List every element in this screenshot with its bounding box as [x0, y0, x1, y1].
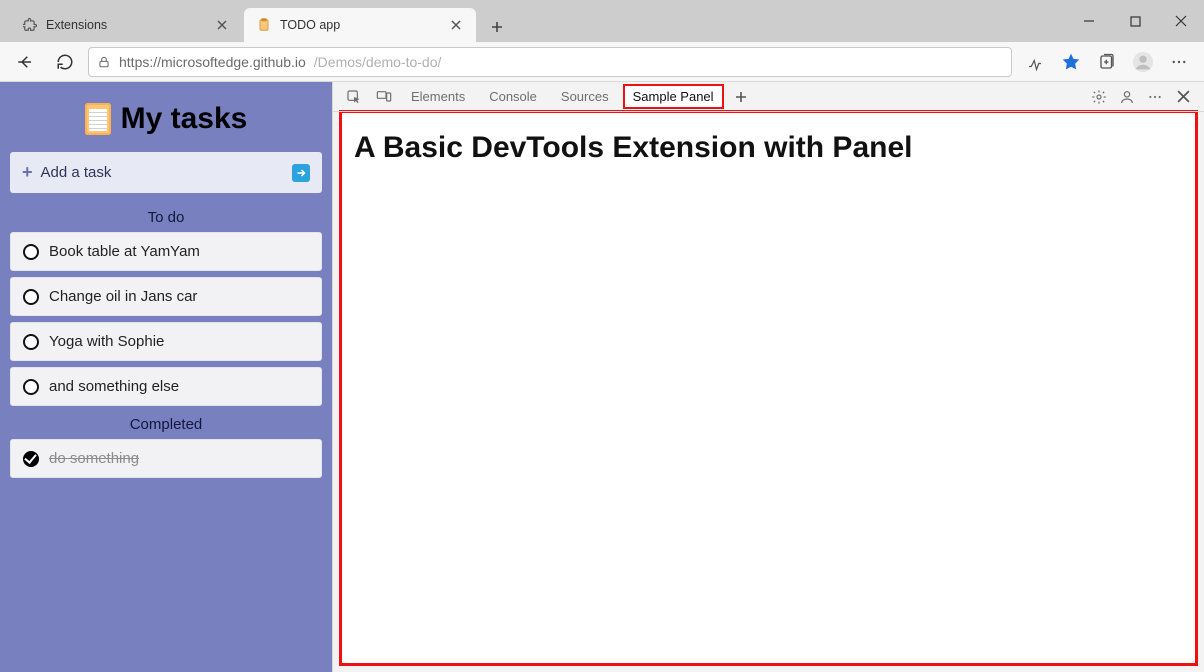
submit-task-button[interactable]: [292, 164, 310, 182]
todo-item[interactable]: Change oil in Jans car: [10, 277, 322, 316]
browser-tab-title: Extensions: [46, 18, 214, 32]
app-title: My tasks: [10, 92, 322, 152]
close-window-button[interactable]: [1158, 0, 1204, 42]
todo-section-heading: To do: [10, 209, 322, 226]
browser-toolbar: https://microsoftedge.github.io/Demos/de…: [0, 42, 1204, 82]
browser-tab-todo[interactable]: TODO app: [244, 8, 476, 42]
inspect-element-button[interactable]: [341, 84, 367, 110]
checkbox-unchecked-icon[interactable]: [23, 334, 39, 350]
clipboard-icon: [85, 103, 111, 135]
devtools-tab-console[interactable]: Console: [479, 84, 547, 109]
url-path: /Demos/demo-to-do/: [314, 54, 442, 70]
checkbox-unchecked-icon[interactable]: [23, 244, 39, 260]
new-tab-button[interactable]: [482, 12, 512, 42]
maximize-button[interactable]: [1112, 0, 1158, 42]
panel-heading: A Basic DevTools Extension with Panel: [354, 131, 1183, 165]
task-text: Book table at YamYam: [49, 243, 200, 260]
devtools-close-button[interactable]: [1170, 84, 1196, 110]
todo-item[interactable]: Book table at YamYam: [10, 232, 322, 271]
task-text: and something else: [49, 378, 179, 395]
task-text: do something: [49, 450, 139, 467]
extension-icon: [22, 17, 38, 33]
completed-item[interactable]: do something: [10, 439, 322, 478]
app-title-text: My tasks: [121, 102, 248, 136]
minimize-button[interactable]: [1066, 0, 1112, 42]
checkbox-unchecked-icon[interactable]: [23, 289, 39, 305]
checkbox-checked-icon[interactable]: [23, 451, 39, 467]
checkbox-unchecked-icon[interactable]: [23, 379, 39, 395]
browser-tab-extensions[interactable]: Extensions: [10, 8, 242, 42]
devtools-tab-elements[interactable]: Elements: [401, 84, 475, 109]
devtools-tab-sources[interactable]: Sources: [551, 84, 619, 109]
profile-button[interactable]: [1126, 46, 1160, 78]
favorite-button[interactable]: [1054, 46, 1088, 78]
device-toolbar-button[interactable]: [371, 84, 397, 110]
plus-icon: +: [22, 162, 33, 183]
read-aloud-button[interactable]: [1018, 46, 1052, 78]
url-host: https://microsoftedge.github.io: [119, 54, 306, 70]
task-text: Yoga with Sophie: [49, 333, 164, 350]
close-tab-icon[interactable]: [214, 17, 230, 33]
completed-section-heading: Completed: [10, 416, 322, 433]
back-button[interactable]: [8, 46, 42, 78]
devtools-tab-sample-panel[interactable]: Sample Panel: [623, 84, 724, 109]
lock-icon: [97, 55, 111, 69]
devtools-tabstrip: Elements Console Sources Sample Panel: [333, 82, 1204, 112]
task-text: Change oil in Jans car: [49, 288, 197, 305]
browser-titlebar: Extensions TODO app: [0, 0, 1204, 42]
main-content: My tasks + Add a task To do Book table a…: [0, 82, 1204, 672]
clipboard-icon: [256, 17, 272, 33]
browser-tab-title: TODO app: [280, 18, 448, 32]
devtools-more-button[interactable]: [1142, 84, 1168, 110]
devtools-feedback-button[interactable]: [1114, 84, 1140, 110]
devtools-add-tab-button[interactable]: [728, 84, 754, 110]
add-task-label: Add a task: [41, 164, 112, 181]
window-controls: [1066, 0, 1204, 42]
todo-item[interactable]: Yoga with Sophie: [10, 322, 322, 361]
add-task-input[interactable]: + Add a task: [10, 152, 322, 193]
devtools-pane: Elements Console Sources Sample Panel: [332, 82, 1204, 672]
close-tab-icon[interactable]: [448, 17, 464, 33]
devtools-settings-button[interactable]: [1086, 84, 1112, 110]
refresh-button[interactable]: [48, 46, 82, 78]
todo-item[interactable]: and something else: [10, 367, 322, 406]
devtools-panel-content: A Basic DevTools Extension with Panel: [339, 110, 1198, 666]
address-bar[interactable]: https://microsoftedge.github.io/Demos/de…: [88, 47, 1012, 77]
browser-menu-button[interactable]: [1162, 46, 1196, 78]
todo-app: My tasks + Add a task To do Book table a…: [0, 82, 332, 672]
collections-button[interactable]: [1090, 46, 1124, 78]
